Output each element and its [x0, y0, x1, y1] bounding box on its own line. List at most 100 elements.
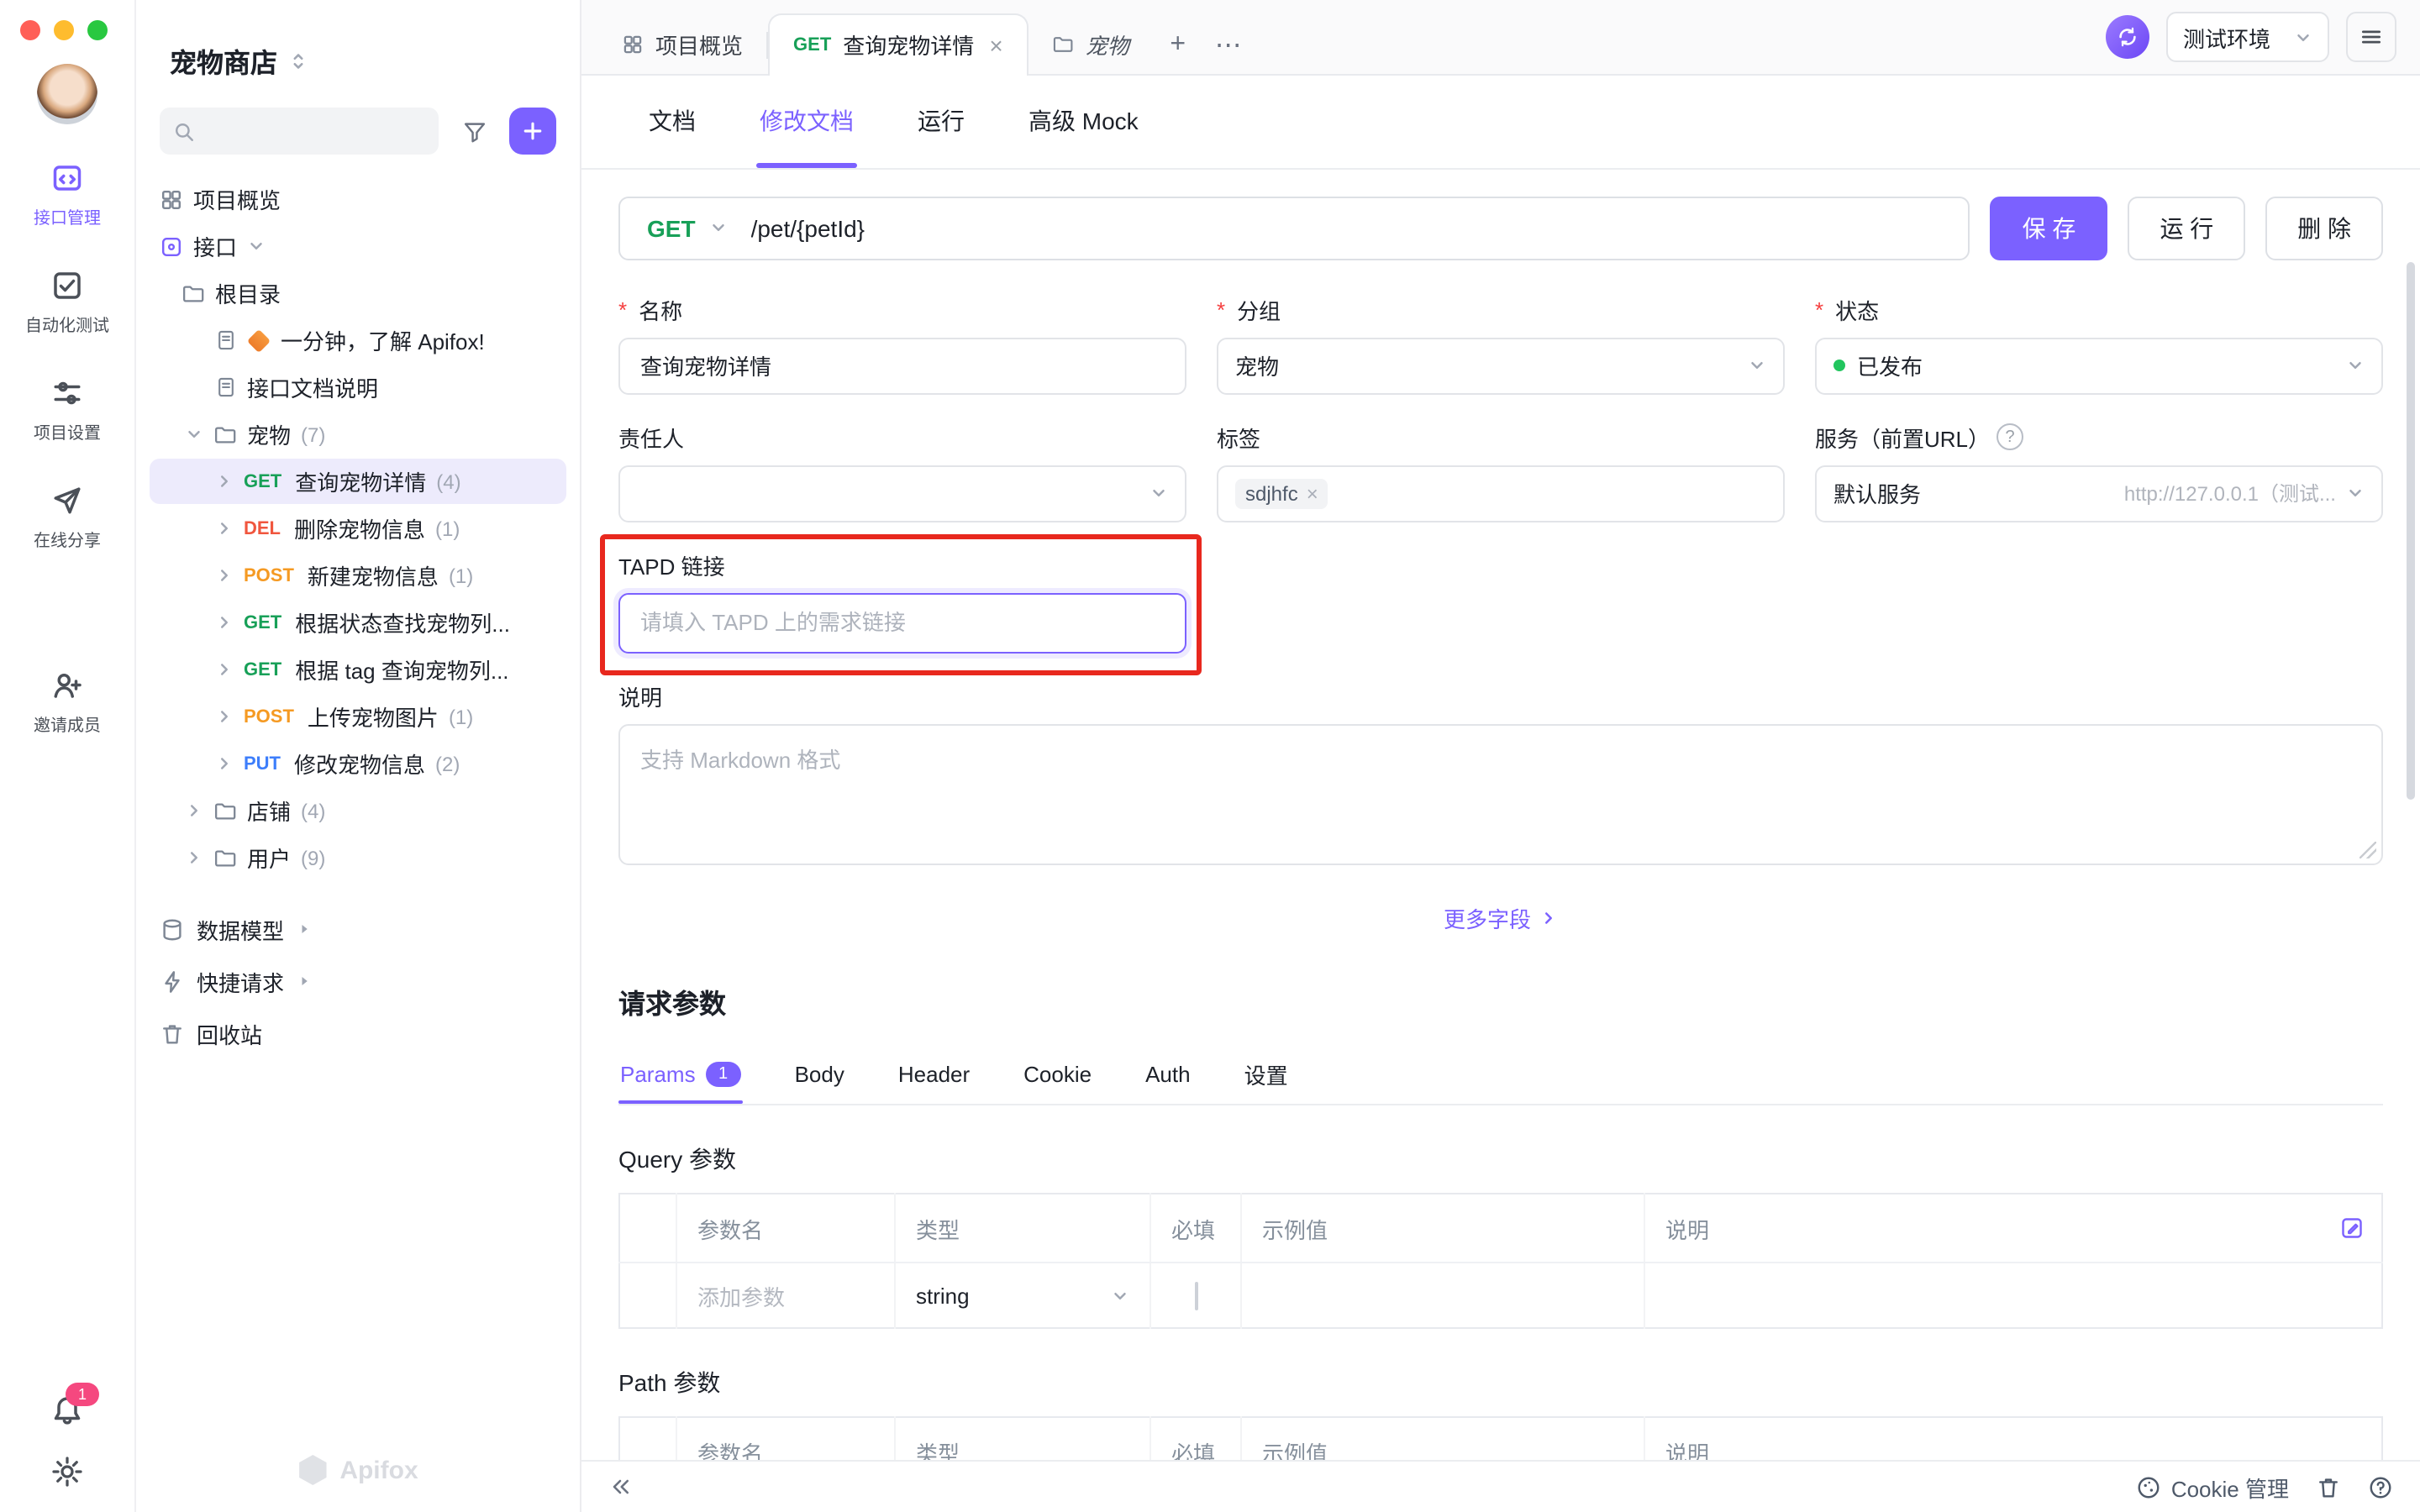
params-tab-body[interactable]: Body [793, 1043, 846, 1104]
sidebar-doc-item[interactable]: 接口文档说明 [150, 365, 566, 410]
remove-tag-icon[interactable]: × [1307, 482, 1318, 506]
desc-cell[interactable] [1644, 1263, 2382, 1328]
doc-subtabs: 文档 修改文档 运行 高级 Mock [581, 76, 2420, 170]
sidebar-api-item[interactable]: DEL 删除宠物信息 (1) [150, 506, 566, 551]
method-select[interactable]: GET [620, 215, 748, 242]
table-header-row: 参数名 类型 必填 示例值 说明 [619, 1417, 2382, 1460]
filter-icon [461, 118, 487, 144]
sidebar-api-item[interactable]: POST 新建宠物信息 (1) [150, 553, 566, 598]
scrollbar-thumb[interactable] [2407, 262, 2415, 800]
app-window: 接口管理 自动化测试 项目设置 在线分享 邀请成员 1 [0, 0, 2420, 1512]
settings-button[interactable] [50, 1455, 84, 1488]
chevron-right-icon [185, 848, 203, 867]
more-tabs-button[interactable]: ⋯ [1203, 17, 1254, 74]
environment-select[interactable]: 测试环境 [2166, 12, 2329, 62]
sidebar-folder-store[interactable]: 店铺 (4) [150, 788, 566, 833]
tab-get-pet-detail[interactable]: GET 查询宠物详情 × [768, 13, 1028, 76]
filter-button[interactable] [452, 109, 496, 153]
delete-button[interactable]: 删 除 [2265, 197, 2383, 260]
rail-item-online-share[interactable]: 在线分享 [0, 484, 134, 551]
cookie-manager-button[interactable]: Cookie 管理 [2136, 1471, 2289, 1503]
rail-item-api-management[interactable]: 接口管理 [0, 161, 134, 228]
tab-project-overview[interactable]: 项目概览 [598, 17, 766, 74]
sidebar: 宠物商店 项目概览 接口 [136, 0, 581, 1512]
status-select[interactable]: 已发布 [1815, 338, 2383, 395]
close-window-button[interactable] [20, 20, 40, 40]
add-button[interactable] [509, 108, 556, 155]
collapse-sidebar-button[interactable] [608, 1475, 632, 1499]
save-button[interactable]: 保 存 [1991, 197, 2108, 260]
description-textarea[interactable] [637, 739, 2371, 857]
rail-item-invite-members[interactable]: 邀请成员 [0, 669, 134, 736]
resize-handle[interactable] [2360, 842, 2376, 858]
sidebar-item-label: 宠物 [247, 418, 291, 450]
sidebar-folder-pets[interactable]: 宠物 (7) [150, 412, 566, 457]
tab-label: 查询宠物详情 [843, 29, 974, 61]
params-tab-settings[interactable]: 设置 [1243, 1043, 1290, 1104]
params-tab-params[interactable]: Params 1 [618, 1043, 743, 1104]
status-bar-right: Cookie 管理 [2136, 1471, 2393, 1503]
sidebar-folder-root[interactable]: 根目录 [150, 270, 566, 316]
name-input[interactable] [637, 352, 1168, 381]
field-label: 分组 [1217, 294, 1785, 326]
minimize-window-button[interactable] [54, 20, 74, 40]
avatar[interactable] [37, 64, 97, 124]
sidebar-api-item[interactable]: POST 上传宠物图片 (1) [150, 694, 566, 739]
owner-select[interactable] [618, 465, 1186, 522]
sidebar-item-label: 接口文档说明 [247, 371, 378, 403]
params-tab-header[interactable]: Header [897, 1043, 971, 1104]
sidebar-api-item[interactable]: GET 根据状态查找宠物列... [150, 600, 566, 645]
sync-button[interactable] [2106, 15, 2149, 59]
url-input[interactable] [748, 213, 1969, 244]
sidebar-api-item[interactable]: GET 根据 tag 查询宠物列... [150, 647, 566, 692]
group-select[interactable]: 宠物 [1217, 338, 1785, 395]
sidebar-api-item-selected[interactable]: GET 查询宠物详情 (4) [150, 459, 566, 504]
subtab-doc[interactable]: 文档 [645, 76, 699, 168]
subtab-edit-doc[interactable]: 修改文档 [756, 76, 857, 168]
sidebar-folder-users[interactable]: 用户 (9) [150, 835, 566, 880]
sidebar-api-item[interactable]: PUT 修改宠物信息 (2) [150, 741, 566, 786]
column-header-desc: 说明 [1644, 1417, 2382, 1460]
zoom-window-button[interactable] [87, 20, 108, 40]
param-name-cell[interactable]: 添加参数 [676, 1263, 895, 1328]
hamburger-menu-button[interactable] [2346, 12, 2396, 62]
sidebar-doc-item[interactable]: 一分钟，了解 Apifox! [150, 318, 566, 363]
required-checkbox[interactable] [1194, 1281, 1197, 1310]
sidebar-item-label: 根目录 [215, 277, 281, 309]
tags-input[interactable]: sdjhfc× [1217, 465, 1785, 522]
rail-item-project-settings[interactable]: 项目设置 [0, 376, 134, 444]
help-icon[interactable]: ? [1996, 424, 2023, 451]
notifications-button[interactable]: 1 [50, 1394, 84, 1428]
sidebar-item-data-models[interactable]: 数据模型 [150, 904, 566, 954]
tapd-link-input[interactable] [637, 609, 1168, 638]
edit-table-icon[interactable] [2339, 1215, 2365, 1241]
example-cell[interactable] [1241, 1263, 1644, 1328]
column-header-example: 示例值 [1241, 1417, 1644, 1460]
param-type-cell[interactable]: string [895, 1263, 1150, 1328]
chevron-down-icon [1150, 485, 1168, 503]
column-header-required: 必填 [1150, 1194, 1241, 1263]
search-box[interactable] [160, 108, 439, 155]
search-input[interactable] [205, 118, 425, 144]
sidebar-item-recycle-bin[interactable]: 回收站 [150, 1008, 566, 1058]
subtab-run[interactable]: 运行 [914, 76, 968, 168]
activity-bar: 接口管理 自动化测试 项目设置 在线分享 邀请成员 1 [0, 0, 136, 1512]
help-icon[interactable] [2368, 1474, 2393, 1499]
sidebar-item-interface[interactable]: 接口 [150, 223, 566, 269]
run-button[interactable]: 运 行 [2128, 197, 2245, 260]
tab-preview-pets[interactable]: 宠物 [1028, 17, 1153, 74]
hamburger-icon [2360, 25, 2383, 49]
field-description: 说明 [618, 680, 2383, 865]
more-fields-link[interactable]: 更多字段 [618, 902, 2383, 934]
params-tab-auth[interactable]: Auth [1144, 1043, 1192, 1104]
params-tab-cookie[interactable]: Cookie [1022, 1043, 1093, 1104]
subtab-advanced-mock[interactable]: 高级 Mock [1025, 76, 1142, 168]
rail-item-automated-testing[interactable]: 自动化测试 [0, 269, 134, 336]
new-tab-button[interactable]: + [1153, 17, 1203, 74]
service-select[interactable]: 默认服务 http://127.0.0.1（测试... [1815, 465, 2383, 522]
trash-icon[interactable] [2316, 1474, 2341, 1499]
sidebar-item-project-overview[interactable]: 项目概览 [150, 176, 566, 222]
close-tab-icon[interactable]: × [989, 32, 1002, 59]
sidebar-item-quick-requests[interactable]: 快捷请求 [150, 956, 566, 1006]
project-switcher[interactable]: 宠物商店 [136, 0, 580, 81]
